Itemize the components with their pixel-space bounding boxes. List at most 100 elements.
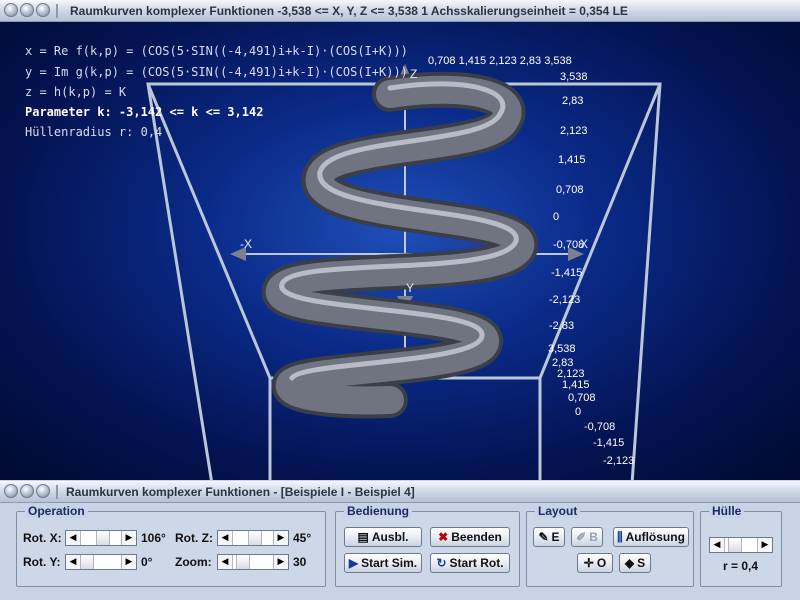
start-sim-button[interactable]: ▶ Start Sim. [344, 553, 422, 573]
slider-thumb[interactable] [248, 531, 262, 545]
rot-y-value: 0° [141, 555, 153, 569]
z-tick-label: 0,708 [556, 184, 584, 196]
window-menu-icon[interactable] [4, 3, 18, 17]
rot-z-slider[interactable]: ◀ ▶ [217, 530, 289, 546]
z-tick-label: 3,538 [560, 71, 588, 83]
arrow-left-icon[interactable]: ◀ [218, 531, 233, 545]
window-menu-icon[interactable] [4, 484, 18, 498]
brush-icon: ✐ [576, 530, 587, 544]
bedienung-group: Bedienung ▤ Ausbl. ✖ Beenden ▶ Start Sim. ↻… [335, 504, 520, 587]
slider-thumb[interactable] [96, 531, 110, 545]
y-axis-label: Y [406, 281, 414, 295]
layout-b-label: B [589, 530, 598, 544]
huellen-radius: Hüllenradius r: 0,4 [25, 125, 163, 139]
layout-b-button[interactable]: ✐ B [571, 527, 603, 547]
play-icon: ▶ [348, 556, 359, 570]
arrow-left-icon[interactable]: ◀ [66, 555, 81, 569]
start-sim-label: Start Sim. [361, 556, 418, 570]
title-separator [56, 485, 58, 499]
pen-icon: ✎ [538, 530, 549, 544]
title-separator [56, 4, 58, 18]
rot-y-label: Rot. Y: [23, 555, 61, 569]
layout-s-button[interactable]: ◆ S [619, 553, 651, 573]
layout-title: Layout [535, 504, 581, 518]
maximize-icon[interactable] [36, 484, 50, 498]
aufloesung-label: Auflösung [625, 530, 685, 544]
z-axis-label: Z [410, 67, 417, 81]
x-minus-label: -X [240, 237, 252, 251]
beenden-button[interactable]: ✖ Beenden [430, 527, 510, 547]
x-plus-label: X [580, 237, 588, 251]
zoom-slider[interactable]: ◀ ▶ [217, 554, 289, 570]
z-axis-ticks: 3,538 2,83 2,123 1,415 0,708 0 -0,708 -1… [549, 71, 588, 332]
grid-icon: ⫼ [617, 530, 623, 544]
slider-thumb[interactable] [236, 555, 250, 569]
rot-x-value: 106° [141, 531, 166, 545]
arrow-right-icon[interactable]: ▶ [273, 555, 288, 569]
maximize-icon[interactable] [36, 3, 50, 17]
arrow-right-icon[interactable]: ▶ [121, 555, 136, 569]
window-title: Raumkurven komplexer Funktionen -3,538 <… [70, 4, 628, 18]
slider-thumb[interactable] [728, 538, 742, 552]
aufloesung-button[interactable]: ⫼ Auflösung [613, 527, 689, 547]
ausblenden-button[interactable]: ▤ Ausbl. [344, 527, 422, 547]
start-rot-label: Start Rot. [449, 556, 504, 570]
start-rot-button[interactable]: ↻ Start Rot. [430, 553, 510, 573]
z-tick-label: 1,415 [558, 154, 586, 166]
crosshair-icon: ✛ [583, 556, 594, 570]
operation-group: Operation Rot. X: ◀ ▶ 106° Rot. Z: ◀ ▶ 4… [16, 504, 326, 587]
layout-o-button[interactable]: ✛ O [577, 553, 613, 573]
layout-s-label: S [637, 556, 646, 570]
huelle-group: Hülle ◀ ▶ r = 0,4 [700, 504, 782, 587]
rot-z-value: 45° [293, 531, 312, 545]
y-tick-label: -1,415 [593, 437, 624, 449]
arrow-right-icon[interactable]: ▶ [273, 531, 288, 545]
arrow-left-icon[interactable]: ◀ [710, 538, 725, 552]
control-title-bar: Raumkurven komplexer Funktionen - [Beisp… [0, 481, 800, 503]
eraser-icon: ◆ [624, 556, 635, 570]
formula-x: x = Re f(k,p) = (COS(5·SIN((-4,491)i+k-I… [25, 44, 408, 58]
layout-o-label: O [596, 556, 607, 570]
beenden-label: Beenden [451, 530, 502, 544]
arrow-left-icon[interactable]: ◀ [218, 555, 233, 569]
z-tick-label: -1,415 [551, 267, 582, 279]
z-tick-label: 2,83 [562, 95, 583, 107]
z-tick-label: -2,123 [549, 294, 580, 306]
parameter-range: Parameter k: -3,142 <= k <= 3,142 [25, 105, 264, 119]
plot-viewport[interactable]: 3,538 2,83 2,123 1,415 0,708 0 -0,708 -1… [0, 22, 800, 480]
operation-title: Operation [25, 504, 88, 518]
arrow-left-icon[interactable]: ◀ [66, 531, 81, 545]
zoom-value: 30 [293, 555, 307, 569]
x-ticks-top: 0,708 1,415 2,123 2,83 3,538 [428, 55, 572, 67]
control-window-title: Raumkurven komplexer Funktionen - [Beisp… [66, 485, 415, 499]
rot-z-label: Rot. Z: [175, 531, 213, 545]
arrow-right-icon[interactable]: ▶ [757, 538, 772, 552]
y-tick-label: 0,708 [568, 392, 596, 404]
document-icon: ▤ [357, 530, 369, 544]
arrow-right-icon[interactable]: ▶ [121, 531, 136, 545]
minimize-icon[interactable] [20, 484, 34, 498]
y-axis-ticks: 3,538 2,83 2,123 1,415 0,708 0 -0,708 -1… [548, 343, 634, 467]
bedienung-title: Bedienung [344, 504, 412, 518]
close-icon: ✖ [438, 530, 449, 544]
huelle-radius-value: r = 0,4 [723, 559, 759, 573]
slider-thumb[interactable] [80, 555, 94, 569]
rot-y-slider[interactable]: ◀ ▶ [65, 554, 137, 570]
layout-e-button[interactable]: ✎ E [533, 527, 565, 547]
formula-y: y = Im g(k,p) = (COS(5·SIN((-4,491)i+k-I… [25, 65, 408, 79]
control-panel: Operation Rot. X: ◀ ▶ 106° Rot. Z: ◀ ▶ 4… [0, 503, 800, 600]
z-tick-label: 2,123 [560, 125, 588, 137]
minimize-icon[interactable] [20, 3, 34, 17]
rot-x-slider[interactable]: ◀ ▶ [65, 530, 137, 546]
z-tick-label: -2,83 [549, 320, 574, 332]
main-title-bar: Raumkurven komplexer Funktionen -3,538 <… [0, 0, 800, 22]
layout-e-label: E [551, 530, 560, 544]
rot-x-label: Rot. X: [23, 531, 62, 545]
formula-z: z = h(k,p) = K [25, 85, 127, 99]
z-tick-label: 0 [553, 211, 559, 223]
helix-tube [262, 71, 538, 419]
y-tick-label: 3,538 [548, 343, 576, 355]
huelle-slider[interactable]: ◀ ▶ [709, 537, 773, 553]
ausblenden-label: Ausbl. [371, 530, 409, 544]
rotate-icon: ↻ [436, 556, 447, 570]
